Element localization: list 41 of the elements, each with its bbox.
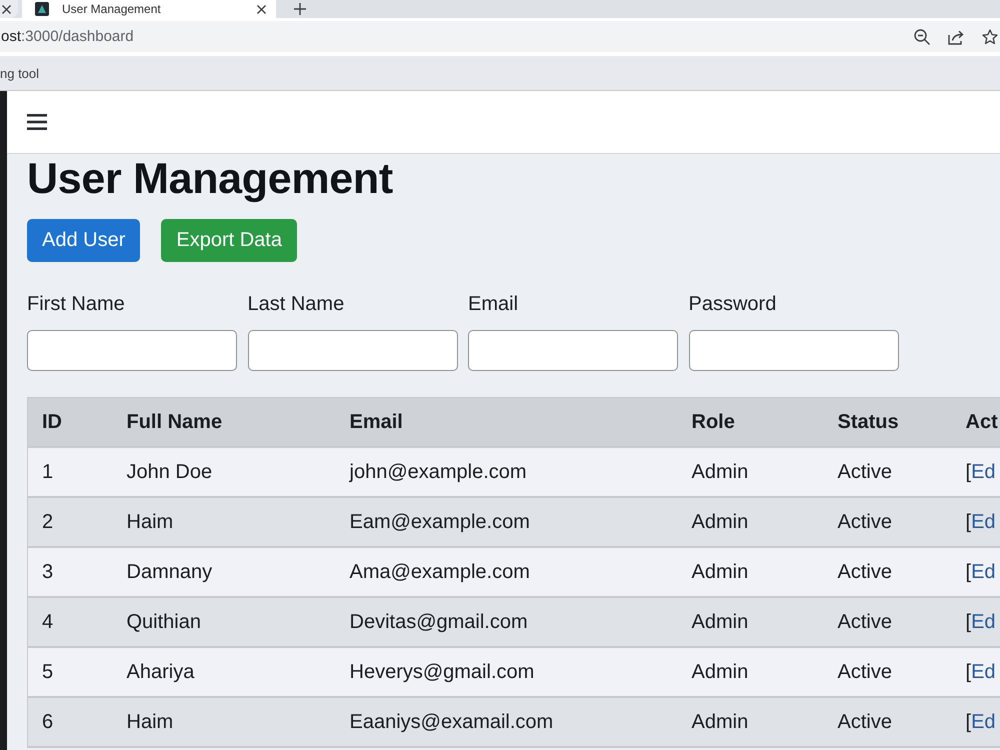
edit-link[interactable]: Ed [971,510,996,532]
action-button[interactable]: Export Data [161,219,297,262]
bracket-text: [ [966,710,972,732]
edit-link[interactable]: Ed [971,660,996,682]
edit-link[interactable]: Ed [971,560,996,582]
edit-link[interactable]: Ed [971,460,996,482]
close-icon[interactable] [257,4,266,14]
bracket-text: [ [966,460,972,482]
browser-tab[interactable] [0,0,18,18]
field-label: Password [688,292,776,316]
close-icon[interactable] [2,4,11,14]
table-cell: Active [824,697,958,747]
menu-icon[interactable] [27,114,47,130]
text-field[interactable] [248,330,458,371]
bracket-text: [ [966,610,972,632]
table-cell: 6 [28,697,112,747]
edit-link[interactable]: Ed [971,610,996,632]
zoom-out-icon[interactable] [914,28,930,44]
edit-link[interactable]: Ed [971,710,996,732]
field-label: First Name [27,292,125,316]
address-bar[interactable]: ost:3000/dashboard [0,21,1000,52]
bracket-text: [ [966,560,972,582]
new-tab-plus-icon[interactable] [294,3,306,15]
bracket-text: [ [966,660,972,682]
share-icon[interactable] [948,28,964,44]
bracket-text: [ [966,510,972,532]
page-title: User Management [27,154,394,204]
table-cell: Eaaniys@examail.com [336,697,678,747]
text-field[interactable] [27,330,237,371]
table-cell: Admin [678,697,824,747]
text-field[interactable] [468,330,678,371]
field-label: Email [468,292,518,316]
bookmark-item[interactable]: ng tool [0,66,40,80]
favicon-icon [35,2,49,16]
browser-tab[interactable]: User Management [22,0,276,18]
table-cell: Haim [112,697,336,747]
star-icon[interactable] [982,28,998,44]
url-text: ost:3000/dashboard [1,28,134,45]
text-field[interactable] [688,330,898,371]
action-button[interactable]: Add User [27,219,140,262]
field-label: Last Name [248,292,344,316]
